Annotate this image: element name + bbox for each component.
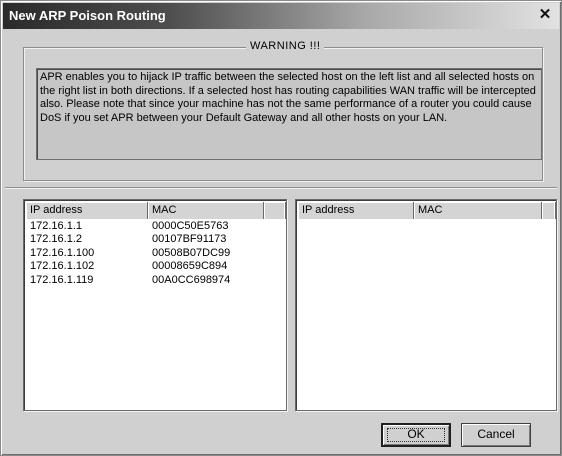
host-ip: 172.16.1.2 — [30, 233, 82, 246]
close-icon[interactable]: ✕ — [537, 7, 553, 23]
column-extra[interactable] — [542, 202, 556, 219]
host-mac: 00508B07DC99 — [152, 246, 231, 259]
host-mac: 00107BF91173 — [152, 233, 227, 246]
arp-poison-routing-dialog: New ARP Poison Routing ✕ WARNING !!! APR… — [0, 0, 562, 456]
column-mac[interactable]: MAC — [148, 202, 264, 219]
host-mac: 00A0CC698974 — [152, 273, 231, 286]
source-list-body[interactable]: 172.16.1.1 0000C50E5763 172.16.1.2 00107BF9… — [26, 220, 284, 408]
column-ip-address[interactable]: IP address — [26, 202, 148, 219]
window-title: New ARP Poison Routing — [9, 8, 166, 23]
host-ip: 172.16.1.119 — [30, 273, 94, 286]
source-list-header: IP address MAC — [26, 202, 286, 219]
host-ip: 172.16.1.102 — [30, 260, 95, 273]
host-row[interactable]: 172.16.1.102 00008659C894 — [26, 260, 284, 273]
column-mac[interactable]: MAC — [414, 202, 542, 219]
host-mac: 0000C50E5763 — [152, 220, 229, 232]
title-bar[interactable]: New ARP Poison Routing ✕ — [3, 3, 559, 29]
host-row[interactable]: 172.16.1.100 00508B07DC99 — [26, 247, 284, 260]
host-row[interactable]: 172.16.1.119 00A0CC698974 — [26, 274, 284, 287]
warning-legend: WARNING !!! — [246, 40, 325, 52]
host-mac: 00008659C894 — [152, 260, 228, 273]
warning-group: WARNING !!! APR enables you to hijack IP… — [23, 40, 543, 181]
cancel-button[interactable]: Cancel — [461, 423, 531, 447]
warning-text: APR enables you to hijack IP traffic bet… — [36, 68, 542, 160]
column-ip-address[interactable]: IP address — [298, 202, 414, 219]
cancel-button-label: Cancel — [477, 427, 515, 441]
host-ip: 172.16.1.1 — [30, 220, 82, 232]
target-list-header: IP address MAC — [298, 202, 556, 219]
source-host-list[interactable]: IP address MAC 172.16.1.1 0000C50E5763 172… — [23, 199, 287, 411]
ok-button[interactable]: OK — [381, 423, 451, 447]
divider — [5, 187, 557, 189]
host-row[interactable]: 172.16.1.2 00107BF91173 — [26, 233, 284, 246]
host-ip: 172.16.1.100 — [30, 246, 95, 259]
focus-rectangle — [387, 428, 445, 442]
target-host-list[interactable]: IP address MAC — [295, 199, 557, 411]
column-extra[interactable] — [264, 202, 286, 219]
host-row[interactable]: 172.16.1.1 0000C50E5763 — [26, 220, 284, 233]
target-list-body[interactable] — [298, 220, 554, 408]
